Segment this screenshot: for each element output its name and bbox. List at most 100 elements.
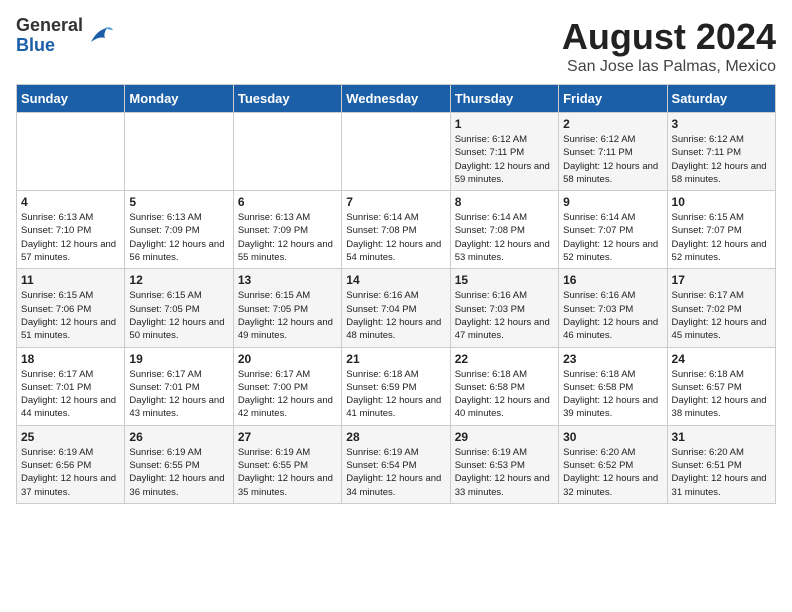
cell-content: Sunrise: 6:14 AM Sunset: 7:07 PM Dayligh… — [563, 211, 662, 264]
calendar-cell: 3Sunrise: 6:12 AM Sunset: 7:11 PM Daylig… — [667, 113, 775, 191]
header-day: Monday — [125, 85, 233, 113]
calendar-cell: 5 Sunrise: 6:13 AM Sunset: 7:09 PM Daylig… — [125, 191, 233, 269]
day-number: 4 — [21, 195, 120, 209]
cell-content: Sunrise: 6:16 AM Sunset: 7:04 PM Dayligh… — [346, 289, 445, 342]
calendar-cell: 20 Sunrise: 6:17 AM Sunset: 7:00 PM Dayli… — [233, 347, 341, 425]
calendar-cell — [233, 113, 341, 191]
calendar-cell: 25 Sunrise: 6:19 AM Sunset: 6:56 PM Dayli… — [17, 425, 125, 503]
cell-content: Sunrise: 6:19 AM Sunset: 6:53 PM Dayligh… — [455, 446, 554, 499]
calendar-cell: 4 Sunrise: 6:13 AM Sunset: 7:10 PM Daylig… — [17, 191, 125, 269]
calendar-cell: 7Sunrise: 6:14 AM Sunset: 7:08 PM Daylig… — [342, 191, 450, 269]
calendar-cell: 2Sunrise: 6:12 AM Sunset: 7:11 PM Daylig… — [559, 113, 667, 191]
calendar-week-row: 18 Sunrise: 6:17 AM Sunset: 7:01 PM Dayli… — [17, 347, 776, 425]
calendar-cell: 17 Sunrise: 6:17 AM Sunset: 7:02 PM Dayli… — [667, 269, 775, 347]
cell-content: Sunrise: 6:13 AM Sunset: 7:10 PM Dayligh… — [21, 211, 120, 264]
calendar-cell: 15 Sunrise: 6:16 AM Sunset: 7:03 PM Dayli… — [450, 269, 558, 347]
cell-content: Sunrise: 6:19 AM Sunset: 6:56 PM Dayligh… — [21, 446, 120, 499]
cell-content: Sunrise: 6:20 AM Sunset: 6:51 PM Dayligh… — [672, 446, 771, 499]
cell-content: Sunrise: 6:15 AM Sunset: 7:06 PM Dayligh… — [21, 289, 120, 342]
calendar-cell — [125, 113, 233, 191]
day-number: 21 — [346, 352, 445, 366]
calendar-cell: 18Sunrise: 6:17 AM Sunset: 7:01 PM Dayli… — [17, 347, 125, 425]
day-number: 11 — [21, 273, 120, 287]
day-number: 7 — [346, 195, 445, 209]
calendar-cell: 27 Sunrise: 6:19 AM Sunset: 6:55 PM Dayli… — [233, 425, 341, 503]
cell-content: Sunrise: 6:17 AM Sunset: 7:02 PM Dayligh… — [672, 289, 771, 342]
day-number: 30 — [563, 430, 662, 444]
header-row: SundayMondayTuesdayWednesdayThursdayFrid… — [17, 85, 776, 113]
calendar-cell: 28Sunrise: 6:19 AM Sunset: 6:54 PM Dayli… — [342, 425, 450, 503]
calendar-body: 1 Sunrise: 6:12 AM Sunset: 7:11 PM Daylig… — [17, 113, 776, 504]
calendar-cell: 8 Sunrise: 6:14 AM Sunset: 7:08 PM Daylig… — [450, 191, 558, 269]
cell-content: Sunrise: 6:14 AM Sunset: 7:08 PM Dayligh… — [455, 211, 554, 264]
cell-content: Sunrise: 6:19 AM Sunset: 6:55 PM Dayligh… — [238, 446, 337, 499]
day-number: 15 — [455, 273, 554, 287]
cell-content: Sunrise: 6:19 AM Sunset: 6:54 PM Dayligh… — [346, 446, 445, 499]
day-number: 23 — [563, 352, 662, 366]
cell-content: Sunrise: 6:13 AM Sunset: 7:09 PM Dayligh… — [129, 211, 228, 264]
day-number: 2 — [563, 117, 662, 131]
header-day: Saturday — [667, 85, 775, 113]
header-day: Sunday — [17, 85, 125, 113]
calendar-cell: 24 Sunrise: 6:18 AM Sunset: 6:57 PM Dayli… — [667, 347, 775, 425]
calendar-table: SundayMondayTuesdayWednesdayThursdayFrid… — [16, 84, 776, 504]
day-number: 6 — [238, 195, 337, 209]
day-number: 17 — [672, 273, 771, 287]
day-number: 5 — [129, 195, 228, 209]
day-number: 14 — [346, 273, 445, 287]
calendar-cell — [17, 113, 125, 191]
day-number: 1 — [455, 117, 554, 131]
header-day: Friday — [559, 85, 667, 113]
cell-content: Sunrise: 6:19 AM Sunset: 6:55 PM Dayligh… — [129, 446, 228, 499]
header-day: Thursday — [450, 85, 558, 113]
day-number: 25 — [21, 430, 120, 444]
calendar-cell: 14 Sunrise: 6:16 AM Sunset: 7:04 PM Dayli… — [342, 269, 450, 347]
logo-blue: Blue — [16, 36, 83, 56]
calendar-cell: 23 Sunrise: 6:18 AM Sunset: 6:58 PM Dayli… — [559, 347, 667, 425]
calendar-cell: 31Sunrise: 6:20 AM Sunset: 6:51 PM Dayli… — [667, 425, 775, 503]
day-number: 12 — [129, 273, 228, 287]
day-number: 9 — [563, 195, 662, 209]
calendar-cell: 26Sunrise: 6:19 AM Sunset: 6:55 PM Dayli… — [125, 425, 233, 503]
logo: General Blue — [16, 16, 115, 56]
calendar-week-row: 25 Sunrise: 6:19 AM Sunset: 6:56 PM Dayli… — [17, 425, 776, 503]
calendar-cell: 22 Sunrise: 6:18 AM Sunset: 6:58 PM Dayli… — [450, 347, 558, 425]
calendar-cell — [342, 113, 450, 191]
subtitle: San Jose las Palmas, Mexico — [562, 58, 776, 76]
title-block: August 2024 San Jose las Palmas, Mexico — [562, 16, 776, 76]
logo-bird-icon — [87, 22, 115, 50]
cell-content: Sunrise: 6:17 AM Sunset: 7:01 PM Dayligh… — [129, 368, 228, 421]
cell-content: Sunrise: 6:18 AM Sunset: 6:57 PM Dayligh… — [672, 368, 771, 421]
calendar-header: SundayMondayTuesdayWednesdayThursdayFrid… — [17, 85, 776, 113]
day-number: 3 — [672, 117, 771, 131]
cell-content: Sunrise: 6:18 AM Sunset: 6:59 PM Dayligh… — [346, 368, 445, 421]
day-number: 16 — [563, 273, 662, 287]
cell-content: Sunrise: 6:17 AM Sunset: 7:00 PM Dayligh… — [238, 368, 337, 421]
day-number: 27 — [238, 430, 337, 444]
day-number: 8 — [455, 195, 554, 209]
cell-content: Sunrise: 6:16 AM Sunset: 7:03 PM Dayligh… — [455, 289, 554, 342]
calendar-cell: 1 Sunrise: 6:12 AM Sunset: 7:11 PM Daylig… — [450, 113, 558, 191]
calendar-cell: 13Sunrise: 6:15 AM Sunset: 7:05 PM Dayli… — [233, 269, 341, 347]
cell-content: Sunrise: 6:20 AM Sunset: 6:52 PM Dayligh… — [563, 446, 662, 499]
calendar-cell: 10 Sunrise: 6:15 AM Sunset: 7:07 PM Dayli… — [667, 191, 775, 269]
cell-content: Sunrise: 6:12 AM Sunset: 7:11 PM Dayligh… — [455, 133, 554, 186]
day-number: 20 — [238, 352, 337, 366]
day-number: 29 — [455, 430, 554, 444]
day-number: 24 — [672, 352, 771, 366]
page-header: General Blue August 2024 San Jose las Pa… — [16, 16, 776, 76]
calendar-cell: 29 Sunrise: 6:19 AM Sunset: 6:53 PM Dayli… — [450, 425, 558, 503]
calendar-week-row: 11 Sunrise: 6:15 AM Sunset: 7:06 PM Dayli… — [17, 269, 776, 347]
day-number: 10 — [672, 195, 771, 209]
day-number: 18 — [21, 352, 120, 366]
cell-content: Sunrise: 6:18 AM Sunset: 6:58 PM Dayligh… — [455, 368, 554, 421]
cell-content: Sunrise: 6:15 AM Sunset: 7:07 PM Dayligh… — [672, 211, 771, 264]
cell-content: Sunrise: 6:16 AM Sunset: 7:03 PM Dayligh… — [563, 289, 662, 342]
calendar-cell: 30 Sunrise: 6:20 AM Sunset: 6:52 PM Dayli… — [559, 425, 667, 503]
day-number: 22 — [455, 352, 554, 366]
cell-content: Sunrise: 6:15 AM Sunset: 7:05 PM Dayligh… — [129, 289, 228, 342]
calendar-cell: 19Sunrise: 6:17 AM Sunset: 7:01 PM Dayli… — [125, 347, 233, 425]
logo-text: General Blue — [16, 16, 83, 56]
cell-content: Sunrise: 6:18 AM Sunset: 6:58 PM Dayligh… — [563, 368, 662, 421]
calendar-cell: 12 Sunrise: 6:15 AM Sunset: 7:05 PM Dayli… — [125, 269, 233, 347]
